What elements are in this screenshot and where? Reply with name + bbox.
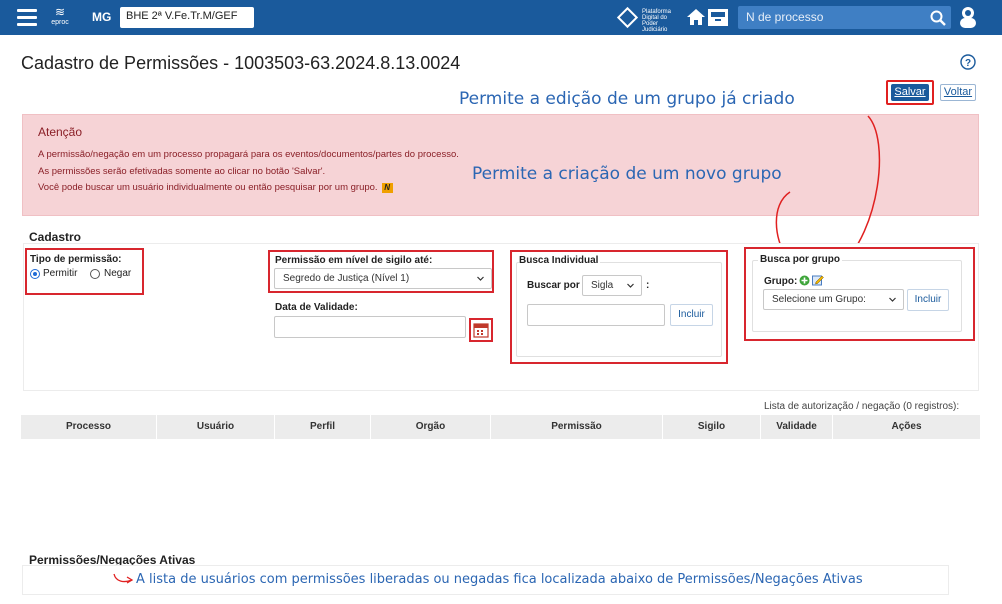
pdpj-logo-text: Plataforma Digital do Poder Judiciário xyxy=(642,9,672,33)
busca-individual-legend: Busca Individual xyxy=(519,255,601,266)
new-badge-icon: N xyxy=(381,183,393,193)
grupo-select-value: Selecione um Grupo: xyxy=(772,294,866,305)
search-icon[interactable] xyxy=(930,10,946,26)
column-header[interactable]: Permissão xyxy=(491,415,663,439)
alert-title: Atenção xyxy=(38,125,83,139)
negar-label[interactable]: Negar xyxy=(104,268,131,279)
annotation-arrow-bottom xyxy=(113,573,134,584)
column-header[interactable]: Processo xyxy=(21,415,157,439)
menu-icon[interactable] xyxy=(17,9,37,26)
list-caption: Lista de autorização / negação (0 regist… xyxy=(764,401,960,412)
cadastro-legend: Cadastro xyxy=(29,230,82,244)
page-title: Cadastro de Permissões - 1003503-63.2024… xyxy=(21,53,461,73)
buscar-por-label: Buscar por xyxy=(527,280,580,291)
column-header[interactable]: Perfil xyxy=(275,415,371,439)
alert-line: As permissões serão efetivadas somente a… xyxy=(38,166,326,177)
permissions-table-header: Processo Usuário Perfil Orgão Permissão … xyxy=(21,415,980,439)
user-icon[interactable] xyxy=(958,6,978,28)
buscar-por-select[interactable]: Sigla xyxy=(582,275,642,296)
annotation-bottom-note: A lista de usuários com permissões liber… xyxy=(136,572,863,587)
column-header[interactable]: Ações xyxy=(833,415,980,439)
edit-group-icon[interactable] xyxy=(812,274,824,286)
org-select[interactable]: BHE 2ª V.Fe.Tr.M/GEF xyxy=(120,7,254,28)
top-navbar: ≋ eproc MG BHE 2ª V.Fe.Tr.M/GEF Platafor… xyxy=(0,0,1002,35)
buscar-por-colon: : xyxy=(646,280,650,291)
eproc-logo-mark: ≋ xyxy=(54,5,66,19)
pdpj-diamond-icon xyxy=(616,6,639,29)
eproc-logo[interactable]: ≋ eproc xyxy=(48,6,72,30)
negar-radio[interactable] xyxy=(90,269,100,279)
alert-line: Você pode buscar um usuário individualme… xyxy=(38,182,393,193)
sigilo-select[interactable]: Segredo de Justiça (Nível 1) xyxy=(274,268,492,289)
org-select-value: BHE 2ª V.Fe.Tr.M/GEF xyxy=(126,10,238,22)
annotation-new-group: Permite a criação de um novo grupo xyxy=(472,164,782,184)
chevron-down-icon xyxy=(889,297,896,302)
save-button[interactable]: Salvar xyxy=(891,84,929,101)
process-search-input[interactable]: N de processo xyxy=(738,6,951,29)
pdpj-logo[interactable]: Plataforma Digital do Poder Judiciário xyxy=(616,6,682,33)
alert-line: A permissão/negação em um processo propa… xyxy=(38,149,459,160)
svg-text:?: ? xyxy=(965,58,971,69)
state-label: MG xyxy=(92,10,112,24)
process-search-placeholder: N de processo xyxy=(746,10,824,24)
column-header[interactable]: Usuário xyxy=(157,415,275,439)
permitir-radio[interactable] xyxy=(30,269,40,279)
busca-grupo-legend: Busca por grupo xyxy=(758,254,843,265)
column-header[interactable]: Orgão xyxy=(371,415,491,439)
back-button[interactable]: Voltar xyxy=(940,84,976,101)
buscar-por-select-value: Sigla xyxy=(591,280,614,291)
help-icon[interactable]: ? xyxy=(960,54,976,70)
sigilo-select-value: Segredo de Justiça (Nível 1) xyxy=(283,273,410,284)
column-header[interactable]: Validade xyxy=(761,415,833,439)
tipo-permissao-label: Tipo de permissão: xyxy=(30,254,122,265)
eproc-logo-text: eproc xyxy=(51,19,69,26)
alert-line-text: Você pode buscar um usuário individualme… xyxy=(38,182,378,193)
sigilo-label: Permissão em nível de sigilo até: xyxy=(275,255,433,266)
annotation-edit-group: Permite a edição de um grupo já criado xyxy=(459,89,795,109)
validade-input[interactable] xyxy=(274,316,466,338)
inbox-icon[interactable] xyxy=(707,8,729,27)
validade-label: Data de Validade: xyxy=(275,302,358,313)
calendar-icon[interactable] xyxy=(472,321,490,339)
permitir-label[interactable]: Permitir xyxy=(43,268,77,279)
chevron-down-icon xyxy=(627,283,634,288)
grupo-label: Grupo: xyxy=(764,276,798,287)
column-header[interactable]: Sigilo xyxy=(663,415,761,439)
chevron-down-icon xyxy=(477,276,484,281)
buscar-por-input[interactable] xyxy=(527,304,665,326)
add-group-icon[interactable] xyxy=(799,275,810,286)
incluir-button[interactable]: Incluir xyxy=(670,304,713,326)
grupo-select[interactable]: Selecione um Grupo: xyxy=(763,289,904,310)
home-icon[interactable] xyxy=(686,7,706,27)
incluir-grupo-button[interactable]: Incluir xyxy=(907,289,949,311)
